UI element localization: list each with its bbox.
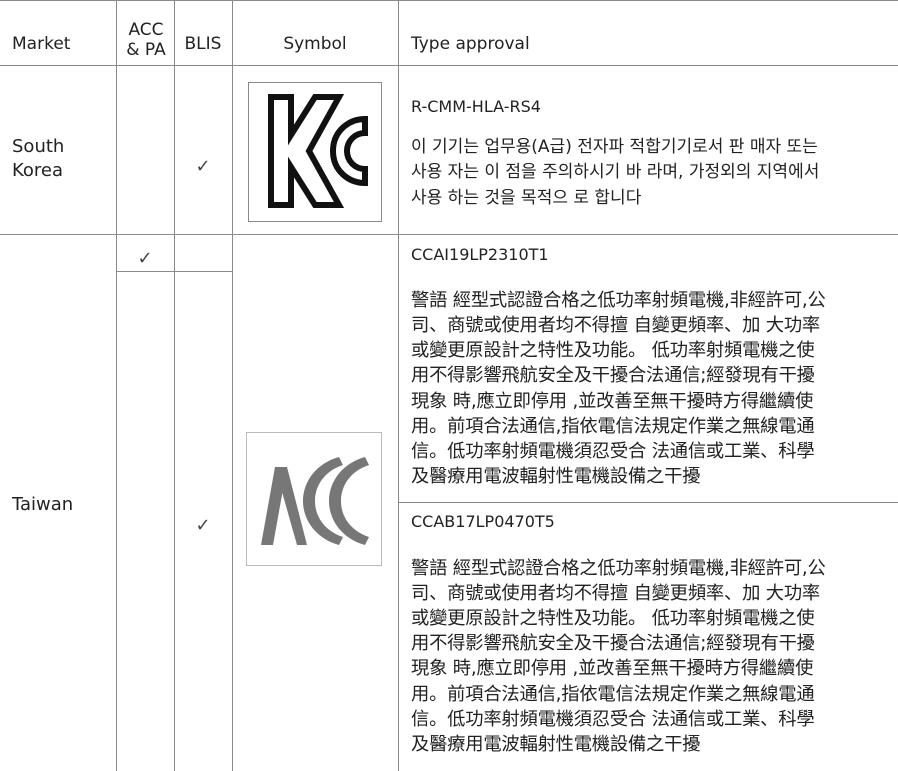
approval-code-korea: R-CMM-HLA-RS4 bbox=[411, 97, 541, 116]
col-divider-symbol bbox=[398, 0, 399, 771]
header-acc-pa-line1: ACC bbox=[128, 20, 164, 40]
approval-text-line: 現象 時,應立即停用 ,並改善至無干擾時方得繼續使 bbox=[411, 658, 814, 679]
header-type-approval: Type approval bbox=[411, 34, 530, 54]
blis-check: ✓ bbox=[195, 156, 211, 177]
approval-text-line: 警語 經型式認證合格之低功率射頻電機,非經許可,公 bbox=[411, 558, 826, 579]
approval-text-line: 或變更原設計之特性及功能。 低功率射頻電機之使 bbox=[411, 340, 815, 361]
approval-text-line: 用不得影響飛航安全及干擾合法通信;經發現有干擾 bbox=[411, 633, 815, 654]
col-divider-acc bbox=[174, 0, 175, 771]
market-label-taiwan: Taiwan bbox=[12, 494, 74, 515]
acc-pa-check-entry1: ✓ bbox=[137, 248, 153, 269]
header-top-line bbox=[0, 0, 898, 1]
approval-text-line: 及醫療用電波輻射性電機設備之干擾 bbox=[411, 466, 701, 487]
approval-code-taiwan-1: CCAI19LP2310T1 bbox=[411, 245, 549, 264]
taiwan-entry-divider-line bbox=[398, 502, 898, 503]
ncc-mark-icon bbox=[261, 457, 369, 545]
market-label-line2: Korea bbox=[12, 160, 64, 181]
approval-text-line: 用。前項合法通信,指依電信法規定作業之無線電通 bbox=[411, 684, 815, 705]
approval-text-line: 用不得影響飛航安全及干擾合法通信;經發現有干擾 bbox=[411, 365, 815, 386]
ncc-symbol-box bbox=[246, 432, 382, 566]
approval-text-korea-line2: 사용 자는 이 점을 주의하시기 바 라며, 가정외의 지역에서 bbox=[411, 162, 820, 182]
approval-text-line: 用。前項合法通信,指依電信法規定作業之無線電通 bbox=[411, 416, 815, 437]
header-bottom-line bbox=[0, 65, 898, 66]
header-blis: BLIS bbox=[184, 34, 222, 54]
approval-text-line: 信。低功率射頻電機須忍受合 法通信或工業、科學 bbox=[411, 709, 815, 730]
header-symbol: Symbol bbox=[283, 34, 347, 54]
kc-symbol-box bbox=[248, 82, 382, 222]
korea-row-bottom-line bbox=[0, 234, 898, 235]
approval-text-line: 及醫療用電波輻射性電機設備之干擾 bbox=[411, 734, 701, 755]
approval-text-line: 司、商號或使用者均不得擅 自變更頻率、加 大功率 bbox=[411, 583, 821, 604]
header-acc-pa-line2: & PA bbox=[126, 40, 166, 60]
approval-text-korea-line1: 이 기기는 업무용(A급) 전자파 적합기기로서 판 매자 또는 bbox=[411, 137, 818, 157]
approval-text-line: 信。低功率射頻電機須忍受合 法通信或工業、科學 bbox=[411, 441, 815, 462]
kc-mark-icon bbox=[268, 94, 368, 208]
approval-text-line: 現象 時,應立即停用 ,並改善至無干擾時方得繼續使 bbox=[411, 391, 814, 412]
blis-check-entry2: ✓ bbox=[195, 515, 211, 536]
header-market: Market bbox=[12, 34, 71, 54]
approval-text-line: 或變更原設計之特性及功能。 低功率射頻電機之使 bbox=[411, 608, 815, 629]
approval-text-korea-line3: 사용 하는 것을 목적으 로 합니다 bbox=[411, 188, 642, 208]
col-divider-blis bbox=[232, 0, 233, 771]
approval-code-taiwan-2: CCAB17LP0470T5 bbox=[411, 512, 555, 531]
col-divider-market bbox=[116, 0, 117, 771]
approval-text-line: 司、商號或使用者均不得擅 自變更頻率、加 大功率 bbox=[411, 315, 821, 336]
market-label-line1: South bbox=[12, 136, 65, 157]
approval-text-line: 警語 經型式認證合格之低功率射頻電機,非經許可,公 bbox=[411, 290, 826, 311]
